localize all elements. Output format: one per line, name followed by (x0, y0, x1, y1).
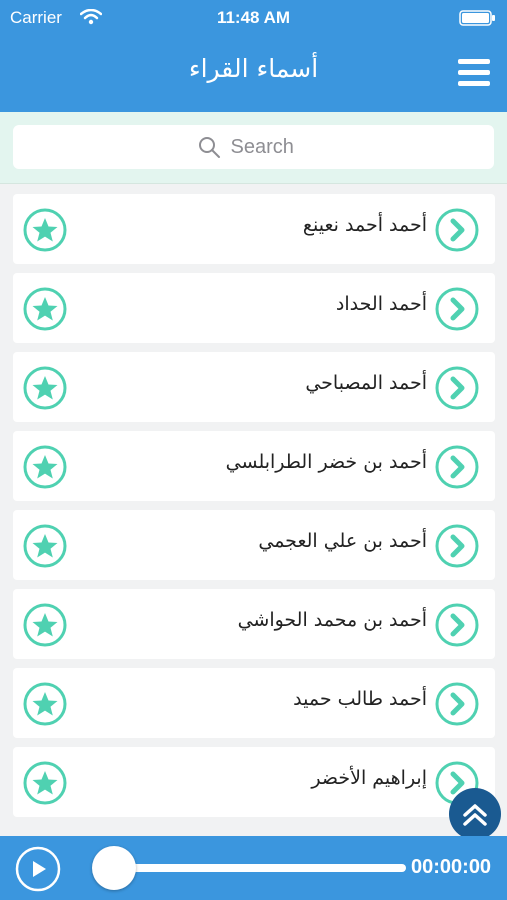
reciter-name: أحمد أحمد نعينع (302, 214, 427, 236)
list-item[interactable]: أحمد طالب حميد (13, 668, 495, 738)
chevron-right-icon[interactable] (435, 287, 479, 331)
star-icon[interactable] (23, 445, 67, 489)
list-item[interactable]: أحمد بن محمد الحواشي (13, 589, 495, 659)
status-time: 11:48 AM (216, 8, 291, 27)
star-icon[interactable] (23, 603, 67, 647)
chevron-right-icon[interactable] (435, 524, 479, 568)
audio-player: 00:00:00 (0, 836, 507, 900)
chevron-right-icon[interactable] (435, 682, 479, 726)
list-item[interactable]: أحمد المصباحي (13, 352, 495, 422)
reciter-name: إبراهيم الأخضر (311, 767, 427, 789)
reciter-name: أحمد بن علي العجمي (258, 530, 427, 552)
star-icon[interactable] (23, 287, 67, 331)
menu-button[interactable] (452, 55, 496, 91)
double-chevron-up-icon (463, 804, 487, 826)
page-title: أسماء القراء (188, 54, 319, 83)
reciter-name: أحمد بن محمد الحواشي (237, 609, 427, 631)
status-bar: Carrier 11:48 AM (0, 0, 507, 36)
menu-icon-line (458, 81, 490, 86)
search-icon (198, 137, 220, 158)
progress-track[interactable] (114, 864, 406, 872)
chevron-right-icon[interactable] (435, 208, 479, 252)
chevron-right-icon[interactable] (435, 603, 479, 647)
progress-thumb[interactable] (92, 846, 136, 890)
chevron-right-icon[interactable] (435, 445, 479, 489)
reciter-name: أحمد بن خضر الطرابلسي (225, 451, 427, 473)
star-icon[interactable] (23, 366, 67, 410)
menu-icon-line (458, 59, 490, 64)
list-item[interactable]: إبراهيم الأخضر (13, 747, 495, 817)
reciter-name: أحمد طالب حميد (293, 688, 427, 710)
star-icon[interactable] (23, 208, 67, 252)
list-item[interactable]: أحمد بن خضر الطرابلسي (13, 431, 495, 501)
list-item[interactable]: أحمد أحمد نعينع (13, 194, 495, 264)
reciter-name: أحمد الحداد (335, 293, 427, 315)
search-box[interactable] (13, 125, 494, 169)
scroll-to-top-button[interactable] (449, 788, 501, 840)
menu-icon-line (458, 70, 490, 75)
star-icon[interactable] (23, 682, 67, 726)
star-icon[interactable] (23, 761, 67, 805)
list-item[interactable]: أحمد الحداد (13, 273, 495, 343)
battery-icon (459, 10, 495, 26)
nav-bar: أسماء القراء (0, 36, 507, 112)
play-icon[interactable] (15, 846, 61, 892)
reciter-name: أحمد المصباحي (305, 372, 427, 394)
elapsed-time: 00:00:00 (411, 856, 492, 878)
search-area (0, 112, 507, 184)
search-input[interactable] (230, 135, 311, 159)
star-icon[interactable] (23, 524, 67, 568)
list-item[interactable]: أحمد بن علي العجمي (13, 510, 495, 580)
chevron-right-icon[interactable] (435, 366, 479, 410)
